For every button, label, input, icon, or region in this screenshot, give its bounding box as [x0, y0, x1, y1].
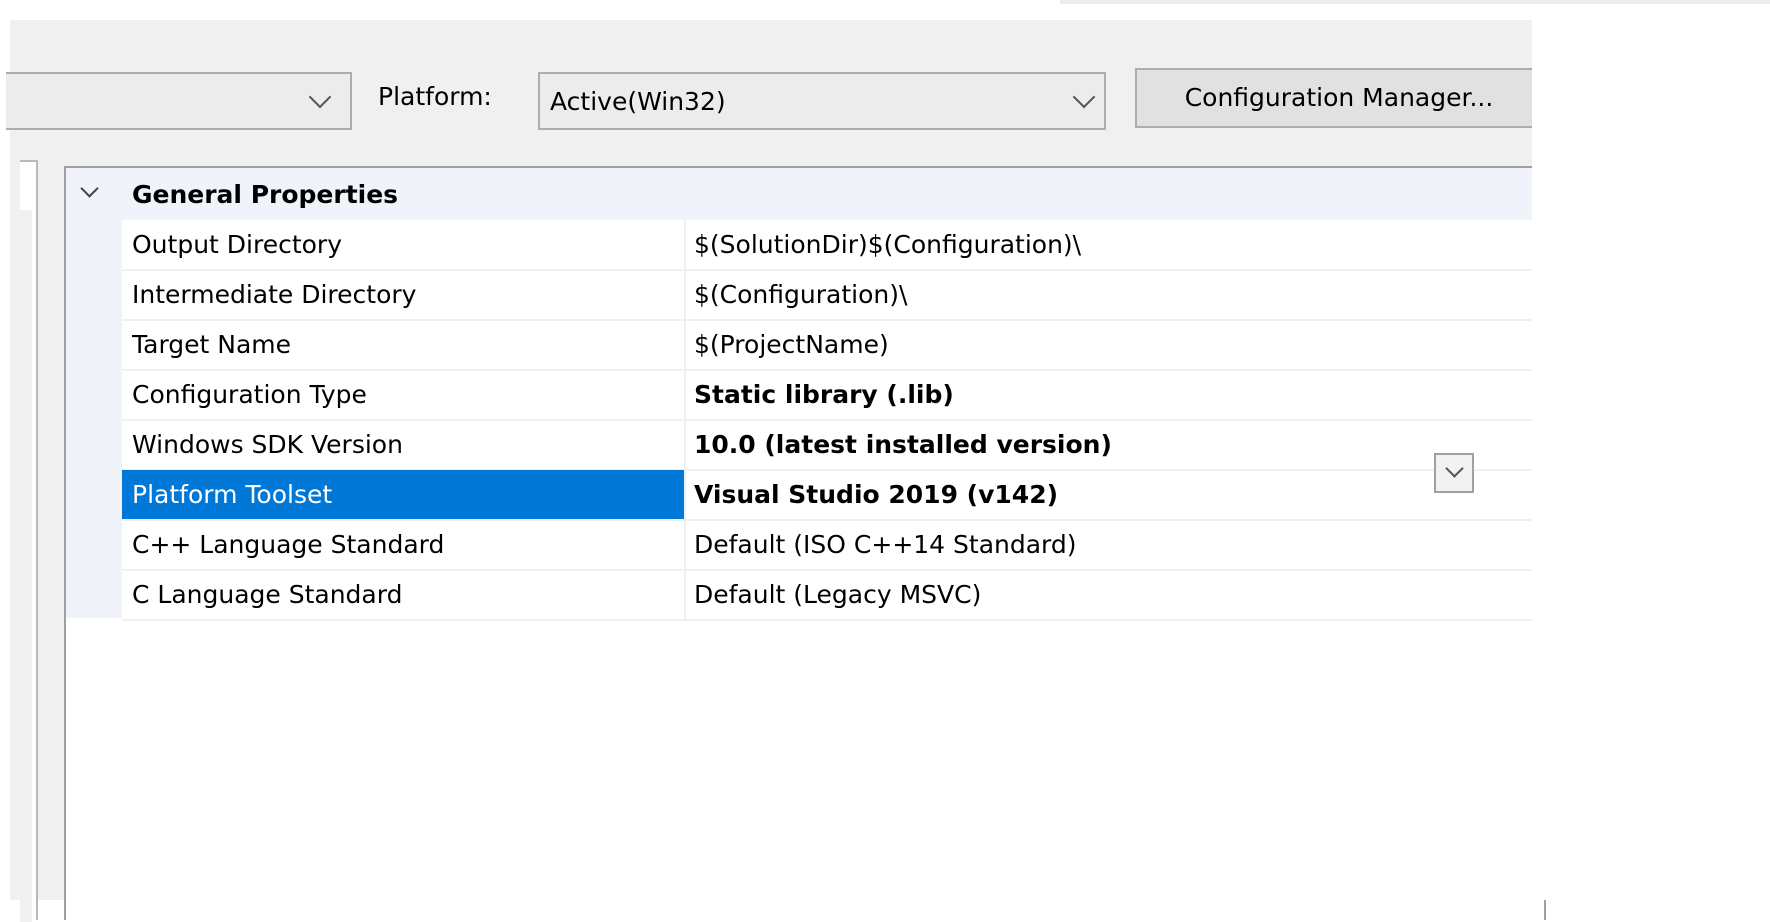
property-name: Output Directory: [132, 230, 343, 259]
property-value-cell[interactable]: Default (Legacy MSVC): [686, 570, 1544, 619]
chevron-down-icon[interactable]: [80, 179, 99, 198]
property-row-configuration-type[interactable]: Configuration Type Static library (.lib): [122, 370, 1544, 421]
property-tree-panel[interactable]: [20, 160, 38, 922]
property-name-cell[interactable]: Intermediate Directory: [122, 270, 686, 319]
property-value: Static library (.lib): [694, 380, 954, 409]
property-value: $(ProjectName): [694, 330, 889, 359]
property-value-cell[interactable]: Default (ISO C++14 Standard): [686, 520, 1544, 569]
property-row-target-name[interactable]: Target Name $(ProjectName): [122, 320, 1544, 371]
property-value-cell[interactable]: Static library (.lib): [686, 370, 1544, 419]
property-grid[interactable]: General Properties Output Directory $(So…: [64, 166, 1546, 920]
grid-gutter: [66, 168, 122, 618]
property-row-cpp-language-standard[interactable]: C++ Language Standard Default (ISO C++14…: [122, 520, 1544, 571]
property-pages-dialog: Platform: Active(Win32) Configuration Ma…: [6, 20, 1770, 922]
property-name: Platform Toolset: [132, 480, 333, 509]
property-value: $(SolutionDir)$(Configuration)\: [694, 230, 1082, 259]
property-value-cell[interactable]: $(ProjectName): [686, 320, 1544, 369]
property-row-c-language-standard[interactable]: C Language Standard Default (Legacy MSVC…: [122, 570, 1544, 621]
property-row-intermediate-directory[interactable]: Intermediate Directory $(Configuration)\: [122, 270, 1544, 321]
property-value: Default (Legacy MSVC): [694, 580, 982, 609]
right-background: [1532, 20, 1770, 900]
category-row[interactable]: General Properties: [66, 168, 1544, 220]
property-value-cell[interactable]: $(SolutionDir)$(Configuration)\: [686, 220, 1544, 269]
property-name: Windows SDK Version: [132, 430, 403, 459]
configuration-manager-button[interactable]: Configuration Manager...: [1135, 68, 1543, 128]
property-name-cell[interactable]: Windows SDK Version: [122, 420, 686, 469]
chevron-down-icon[interactable]: [308, 85, 332, 109]
top-strip: [1060, 0, 1770, 4]
chevron-down-icon[interactable]: [1072, 85, 1096, 109]
property-value: Default (ISO C++14 Standard): [694, 530, 1077, 559]
property-name-cell[interactable]: C Language Standard: [122, 570, 686, 619]
left-background: [0, 20, 10, 900]
category-label: General Properties: [132, 180, 399, 209]
property-value: 10.0 (latest installed version): [694, 430, 1112, 459]
property-row-windows-sdk-version[interactable]: Windows SDK Version 10.0 (latest install…: [122, 420, 1544, 471]
property-name-cell[interactable]: C++ Language Standard: [122, 520, 686, 569]
top-background: [0, 0, 1770, 20]
property-value: $(Configuration)\: [694, 280, 908, 309]
property-name: C++ Language Standard: [132, 530, 445, 559]
property-name: Configuration Type: [132, 380, 367, 409]
property-name: C Language Standard: [132, 580, 403, 609]
property-name-cell[interactable]: Configuration Type: [122, 370, 686, 419]
platform-combo[interactable]: Active(Win32): [538, 72, 1106, 130]
property-value: Visual Studio 2019 (v142): [694, 480, 1059, 509]
property-name: Intermediate Directory: [132, 280, 417, 309]
property-value-cell[interactable]: $(Configuration)\: [686, 270, 1544, 319]
property-value-cell[interactable]: Visual Studio 2019 (v142): [686, 470, 1544, 519]
chevron-down-icon[interactable]: [1445, 459, 1464, 478]
platform-value: Active(Win32): [550, 87, 726, 116]
property-value-cell[interactable]: 10.0 (latest installed version): [686, 420, 1544, 469]
property-name-cell[interactable]: Platform Toolset: [122, 470, 686, 519]
tree-scrollbar[interactable]: [20, 210, 32, 922]
platform-label: Platform:: [378, 82, 492, 111]
property-name-cell[interactable]: Target Name: [122, 320, 686, 369]
property-row-platform-toolset[interactable]: Platform Toolset Visual Studio 2019 (v14…: [122, 470, 1544, 521]
property-name-cell[interactable]: Output Directory: [122, 220, 686, 269]
property-row-output-directory[interactable]: Output Directory $(SolutionDir)$(Configu…: [122, 220, 1544, 271]
property-name: Target Name: [132, 330, 292, 359]
platform-toolset-dropdown-button[interactable]: [1434, 453, 1474, 493]
configuration-combo[interactable]: [6, 72, 352, 130]
